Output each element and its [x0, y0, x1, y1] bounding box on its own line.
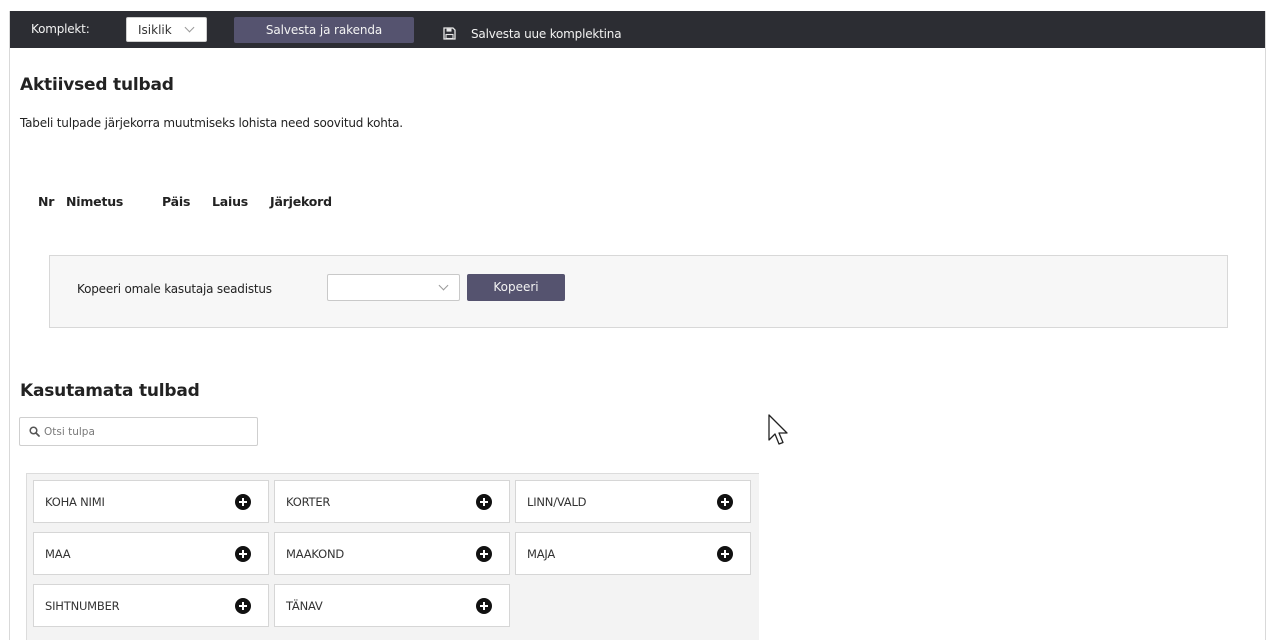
set-label: Komplekt:	[31, 22, 90, 36]
unused-column-label: SIHTNUMBER	[45, 599, 120, 613]
unused-column-label: KOHA NIMI	[45, 495, 105, 509]
plus-circle-icon[interactable]	[476, 546, 492, 562]
plus-circle-icon[interactable]	[235, 546, 251, 562]
column-header-laius: Laius	[212, 194, 249, 209]
column-header-pais: Päis	[162, 194, 191, 209]
plus-circle-icon[interactable]	[717, 494, 733, 510]
unused-column-item[interactable]: LINN/VALD	[515, 480, 751, 523]
unused-column-item[interactable]: TÄNAV	[274, 584, 510, 627]
unused-column-label: LINN/VALD	[527, 495, 587, 509]
unused-column-item[interactable]: KORTER	[274, 480, 510, 523]
unused-column-item[interactable]: SIHTNUMBER	[33, 584, 269, 627]
plus-circle-icon[interactable]	[476, 598, 492, 614]
copy-user-select[interactable]	[327, 274, 460, 301]
plus-circle-icon[interactable]	[235, 494, 251, 510]
plus-circle-icon[interactable]	[717, 546, 733, 562]
save-apply-button[interactable]: Salvesta ja rakenda	[234, 17, 414, 43]
set-select-value: Isiklik	[138, 23, 172, 37]
unused-column-label: MAJA	[527, 547, 556, 561]
chevron-down-icon	[184, 22, 195, 33]
toolbar: Komplekt: Isiklik Salvesta ja rakenda Sa…	[10, 11, 1265, 48]
unused-column-item[interactable]: KOHA NIMI	[33, 480, 269, 523]
floppy-disk-icon[interactable]	[443, 27, 456, 40]
search-icon	[29, 426, 40, 437]
mouse-pointer-icon	[768, 414, 788, 445]
unused-column-label: MAAKOND	[286, 547, 344, 561]
column-header-jarjekord: Järjekord	[270, 194, 332, 209]
save-as-new-set-button[interactable]: Salvesta uue komplektina	[471, 27, 622, 41]
copy-button[interactable]: Kopeeri	[467, 274, 565, 301]
unused-column-item[interactable]: MAA	[33, 532, 269, 575]
plus-circle-icon[interactable]	[235, 598, 251, 614]
column-search-input[interactable]	[44, 422, 249, 441]
unused-column-label: TÄNAV	[286, 599, 323, 613]
chevron-down-icon	[438, 280, 449, 291]
active-columns-title: Aktiivsed tulbad	[20, 75, 174, 95]
plus-circle-icon[interactable]	[476, 494, 492, 510]
copy-settings-label: Kopeeri omale kasutaja seadistus	[77, 282, 272, 296]
column-header-nr: Nr	[38, 194, 55, 209]
unused-column-label: KORTER	[286, 495, 331, 509]
unused-columns-grid: KOHA NIMI KORTER LINN/VALD MAA MAAKOND M…	[26, 473, 759, 640]
active-columns-description: Tabeli tulpade järjekorra muutmiseks loh…	[20, 116, 403, 130]
unused-column-item[interactable]: MAJA	[515, 532, 751, 575]
unused-column-label: MAA	[45, 547, 71, 561]
unused-columns-title: Kasutamata tulbad	[20, 381, 200, 401]
unused-column-item[interactable]: MAAKOND	[274, 532, 510, 575]
copy-settings-panel: Kopeeri omale kasutaja seadistus Kopeeri	[49, 255, 1228, 328]
column-search-box	[19, 417, 258, 446]
set-select[interactable]: Isiklik	[126, 17, 207, 42]
column-header-nimetus: Nimetus	[66, 194, 124, 209]
